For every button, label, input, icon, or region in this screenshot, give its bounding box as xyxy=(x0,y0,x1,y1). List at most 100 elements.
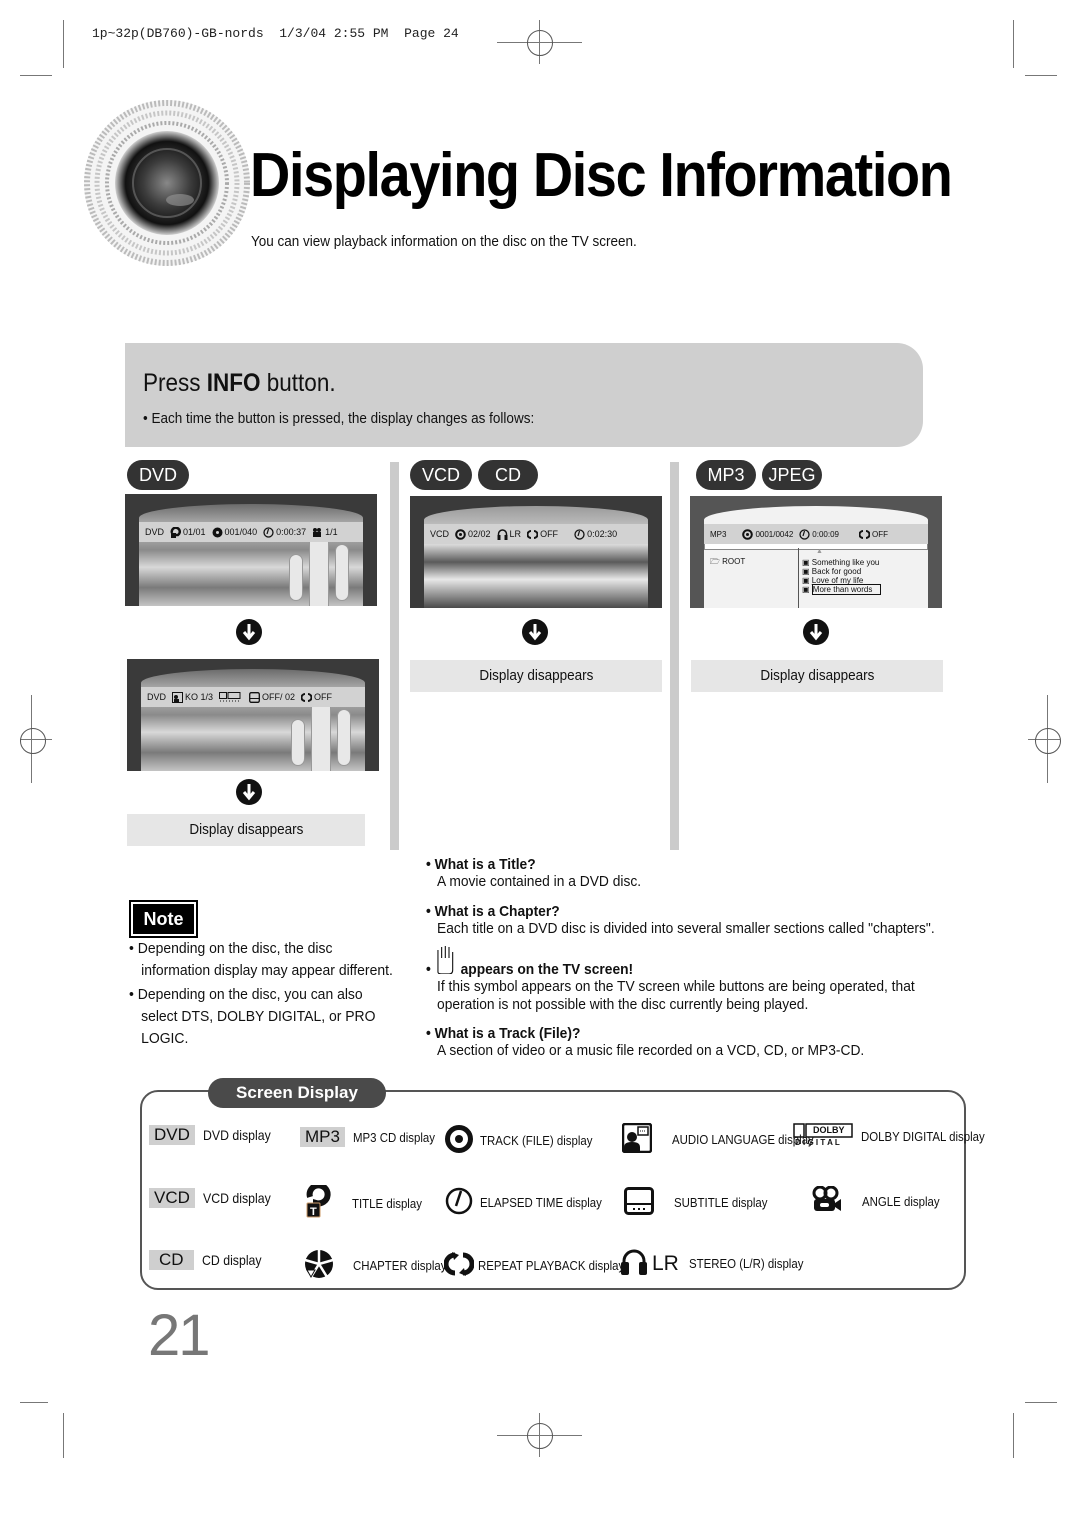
osd-time-value: 0:00:09 xyxy=(812,529,839,539)
legend-label: CHAPTER display xyxy=(353,1258,447,1273)
legend-dolby-digital: DOLBY D I G I T A L DOLBY DIGITAL display xyxy=(793,1123,1002,1149)
faq-item-track: • What is a Track (File)? A section of v… xyxy=(426,1025,864,1060)
info-key-label: INFO xyxy=(206,369,261,397)
instruction-title: Press INFO button. xyxy=(143,369,336,398)
print-file: 1p~32p(DB760)-GB-nords xyxy=(92,26,264,41)
subtitle-icon xyxy=(249,691,260,703)
faq-question-text: What is a Chapter? xyxy=(434,903,560,920)
faq-answer: A movie contained in a DVD disc. xyxy=(437,873,642,890)
badge-vcd: VCD xyxy=(410,460,472,490)
elapsed-time-icon xyxy=(574,528,585,540)
desert-image xyxy=(141,669,365,771)
badge-cd: CD xyxy=(478,460,538,490)
print-date: 1/3/04 xyxy=(279,26,327,41)
speaker-binary-graphic xyxy=(82,88,257,278)
file-item[interactable]: ▣ Back for good xyxy=(802,567,881,576)
dvd-osd-bar-2: DVD KO 1/3 OFF/ 02 OFF xyxy=(141,687,365,707)
faq-question: • What is a Chapter? xyxy=(426,903,560,920)
legend-label: ELAPSED TIME display xyxy=(480,1195,602,1210)
page-subtitle: You can view playback information on the… xyxy=(251,233,637,250)
mp3-display-disappears: Display disappears xyxy=(691,660,943,692)
screen-display-title: Screen Display xyxy=(208,1078,386,1108)
badge-dvd: DVD xyxy=(127,460,189,490)
dolby-digital-icon: DOLBY D I G I T A L xyxy=(793,1123,853,1149)
faq-question-text: What is a Track (File)? xyxy=(434,1025,581,1042)
vcd-osd-bar: VCD 02/02 LR OFF 0:02:30 xyxy=(424,524,648,544)
legend-stereo: LR STEREO (L/R) display xyxy=(620,1248,819,1279)
folder-root-label: ROOT xyxy=(722,557,746,566)
faq-answer: Each title on a DVD disc is divided into… xyxy=(437,920,935,937)
vcd-display-disappears: Display disappears xyxy=(410,660,662,692)
osd-time: 0:00:37 xyxy=(263,526,307,538)
osd-stereo: LR xyxy=(497,528,521,540)
repeat-icon xyxy=(443,1250,475,1281)
elapsed-time-icon xyxy=(444,1186,474,1219)
legend-subtitle: SUBTITLE display xyxy=(624,1187,780,1218)
note-item: • Depending on the disc, you can also se… xyxy=(129,986,376,1047)
headphones-icon xyxy=(497,528,508,540)
dvd-screen-1: DVD 01/01 001/040 0:00:37 1/1 xyxy=(125,494,377,606)
dvd-osd-bar-1: DVD 01/01 001/040 0:00:37 1/1 xyxy=(139,522,363,542)
crop-mark xyxy=(20,75,52,76)
note-list: • Depending on the disc, the disc inform… xyxy=(129,938,399,1052)
legend-label: STEREO (L/R) display xyxy=(688,1256,804,1271)
legend-repeat: REPEAT PLAYBACK display xyxy=(443,1250,644,1281)
repeat-icon xyxy=(526,529,539,540)
osd-chapter: 001/040 xyxy=(212,527,257,538)
badge-jpeg: JPEG xyxy=(762,460,822,490)
note-badge: Note xyxy=(129,900,198,938)
osd-mode: MP3 xyxy=(710,529,727,539)
svg-text:T: T xyxy=(310,1206,317,1218)
cd-tag: CD xyxy=(149,1250,194,1270)
audio-language-icon xyxy=(621,1122,653,1156)
scroll-up-icon[interactable]: ▲ xyxy=(816,548,823,555)
faq-item-title: • What is a Title? A movie contained in … xyxy=(426,856,641,891)
folder-root[interactable]: 🗁 ROOT xyxy=(710,556,745,570)
faq-question-text: appears on the TV screen! xyxy=(460,961,634,978)
osd-repeat: OFF xyxy=(858,529,888,540)
legend-track: TRACK (FILE) display xyxy=(444,1124,608,1157)
crop-mark xyxy=(1025,75,1057,76)
track-icon xyxy=(444,1124,474,1157)
print-time: 2:55 PM xyxy=(333,26,389,41)
elapsed-time-icon xyxy=(263,526,274,538)
file-item-label: Something like you xyxy=(811,558,880,567)
page-number: 21 xyxy=(148,1303,210,1368)
chapter-icon xyxy=(303,1248,335,1283)
angle-icon xyxy=(812,1185,842,1217)
legend-dvd: DVD DVD display xyxy=(149,1125,280,1145)
osd-mode: DVD xyxy=(147,692,167,702)
file-item-selected[interactable]: ▣ More than words xyxy=(802,584,882,595)
osd-dolby xyxy=(219,691,243,703)
osd-time-value: 0:00:37 xyxy=(276,527,307,537)
mp3-screen-1: DVD RECEIVER ◉ SMART NAVI 🗁 ROOT ▲ ▣ Som… xyxy=(690,496,942,608)
stereo-lr-label: LR xyxy=(652,1251,679,1275)
angle-icon xyxy=(312,527,323,538)
legend-label: SUBTITLE display xyxy=(674,1195,768,1210)
osd-track-value: 0001/0042 xyxy=(755,529,794,539)
file-item[interactable]: ▣ Something like you xyxy=(802,558,881,567)
mp3-display-disappears-label: Display disappears xyxy=(759,667,875,684)
legend-elapsed-time: ELAPSED TIME display xyxy=(444,1186,618,1219)
osd-repeat: OFF xyxy=(526,529,559,540)
file-list: ▣ Something like you ▣ Back for good ▣ L… xyxy=(802,558,882,595)
crop-mark xyxy=(63,20,64,68)
print-header: 1p~32p(DB760)-GB-nords 1/3/04 2:55 PM Pa… xyxy=(92,26,459,41)
osd-mode: DVD xyxy=(145,527,165,537)
osd-time: 0:00:09 xyxy=(799,528,839,540)
legend-label: VCD display xyxy=(202,1190,271,1206)
crop-mark xyxy=(1013,20,1014,68)
instruction-title-post: button. xyxy=(260,369,336,397)
osd-track: 0001/0042 xyxy=(742,528,794,540)
osd-angle-value: 1/1 xyxy=(325,527,338,537)
instruction-panel: Press INFO button. • Each time the butto… xyxy=(125,343,923,447)
arrow-down-icon xyxy=(236,619,262,645)
print-page-number: 24 xyxy=(443,26,459,41)
osd-repeat-value: OFF xyxy=(540,529,559,539)
note-item: • Depending on the disc, the disc inform… xyxy=(129,940,393,979)
print-page-label: Page xyxy=(404,26,436,41)
faq-answer: A section of video or a music file recor… xyxy=(437,1042,865,1059)
dvd-screen-2: DVD KO 1/3 OFF/ 02 OFF xyxy=(127,659,379,771)
legend-angle: ANGLE display xyxy=(812,1185,950,1217)
note-item-text: Depending on the disc, you can also sele… xyxy=(137,986,376,1047)
